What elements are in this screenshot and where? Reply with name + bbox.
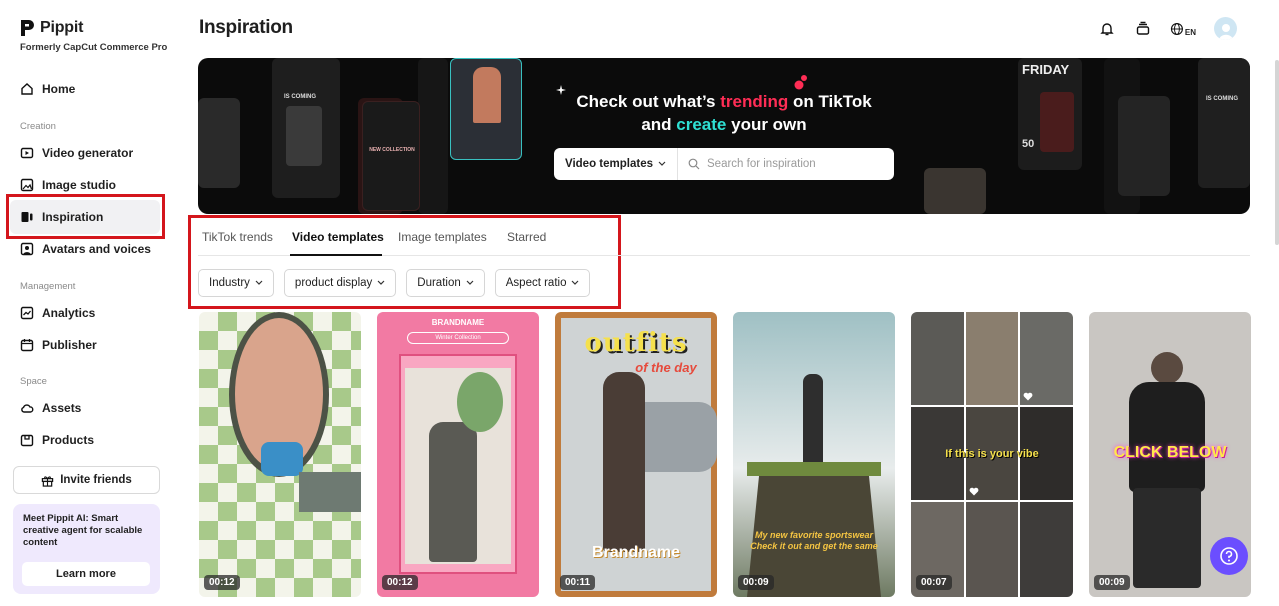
section-space: Space bbox=[20, 376, 47, 387]
products-icon bbox=[20, 434, 34, 447]
calendar-icon bbox=[20, 339, 34, 352]
brand-name: Pippit bbox=[40, 19, 84, 36]
filter-bar: Industry product display Duration Aspect… bbox=[198, 269, 591, 297]
promo-text: Meet Pippit AI: Smart creative agent for… bbox=[23, 513, 143, 548]
card-duration: 00:12 bbox=[204, 575, 240, 590]
brand-subtitle: Formerly CapCut Commerce Pro bbox=[20, 42, 168, 53]
card-duration: 00:09 bbox=[738, 575, 774, 590]
sidebar-item-publisher[interactable]: Publisher bbox=[20, 335, 97, 355]
tab-starred[interactable]: Starred bbox=[507, 230, 546, 244]
template-card-5[interactable]: If this is your vibe 00:07 bbox=[911, 312, 1073, 597]
chevron-down-icon bbox=[466, 280, 474, 285]
content-tabs: TikTok trends Video templates Image temp… bbox=[198, 220, 1250, 256]
sidebar-item-avatars-and-voices[interactable]: Avatars and voices bbox=[20, 239, 151, 259]
search-icon bbox=[688, 158, 700, 170]
sidebar-item-products[interactable]: Products bbox=[20, 430, 94, 450]
search-field bbox=[678, 148, 894, 180]
filter-product-display[interactable]: product display bbox=[283, 269, 397, 297]
heart-icon bbox=[1023, 392, 1033, 401]
template-card-2[interactable]: BRANDNAME Winter Collection 00:12 bbox=[377, 312, 539, 597]
notification-bell-icon[interactable] bbox=[1098, 20, 1116, 38]
section-creation: Creation bbox=[20, 121, 56, 132]
user-avatar[interactable] bbox=[1214, 17, 1237, 40]
banner-tile bbox=[924, 168, 986, 214]
sidebar-item-analytics[interactable]: Analytics bbox=[20, 303, 95, 323]
banner-headline: Check out what’s trending on TikTok and … bbox=[576, 92, 872, 134]
learn-more-button[interactable]: Learn more bbox=[22, 562, 150, 586]
highlight-box-inspiration bbox=[6, 194, 165, 239]
video-generator-icon bbox=[20, 147, 34, 159]
chevron-down-icon bbox=[255, 280, 263, 285]
hero-banner: IS COMING NEW COLLECTION FRIDAY 50 IS CO… bbox=[198, 58, 1250, 214]
sidebar-item-assets[interactable]: Assets bbox=[20, 398, 81, 418]
chevron-down-icon bbox=[658, 161, 666, 166]
chevron-down-icon bbox=[377, 280, 385, 285]
help-button[interactable] bbox=[1210, 537, 1248, 575]
avatar-person-icon bbox=[1218, 24, 1233, 40]
sidebar-item-video-generator[interactable]: Video generator bbox=[20, 143, 133, 163]
template-card-4[interactable]: My new favorite sportswear Check it out … bbox=[733, 312, 895, 597]
filter-aspect-ratio[interactable]: Aspect ratio bbox=[494, 269, 591, 297]
promo-card: Meet Pippit AI: Smart creative agent for… bbox=[13, 504, 160, 594]
sidebar-item-home[interactable]: Home bbox=[20, 79, 75, 99]
tab-image-templates[interactable]: Image templates bbox=[398, 230, 487, 244]
banner-search-bar: Video templates bbox=[554, 148, 894, 180]
brand[interactable]: Pippit bbox=[20, 19, 83, 37]
analytics-icon bbox=[20, 306, 34, 320]
template-card-1[interactable]: 00:12 bbox=[199, 312, 361, 597]
tab-video-templates[interactable]: Video templates bbox=[292, 230, 384, 244]
gift-icon bbox=[41, 475, 54, 487]
active-tab-underline bbox=[290, 254, 382, 256]
filter-duration[interactable]: Duration bbox=[406, 269, 485, 297]
image-studio-icon bbox=[20, 178, 34, 192]
pippit-logo-icon bbox=[21, 20, 34, 36]
banner-tile bbox=[418, 58, 448, 214]
language-selector[interactable]: EN bbox=[1170, 20, 1196, 38]
layers-icon[interactable] bbox=[1134, 20, 1152, 38]
card-duration: 00:07 bbox=[916, 575, 952, 590]
sidebar: Pippit Formerly CapCut Commerce Pro Home… bbox=[0, 0, 172, 606]
filter-industry[interactable]: Industry bbox=[198, 269, 274, 297]
template-card-3[interactable]: outfits of the day Brandname 00:11 bbox=[555, 312, 717, 597]
heart-icon bbox=[969, 487, 979, 496]
chevron-down-icon bbox=[572, 280, 579, 285]
card-duration: 00:12 bbox=[382, 575, 418, 590]
page-title: Inspiration bbox=[199, 17, 293, 38]
avatar-icon bbox=[20, 242, 34, 256]
template-type-select[interactable]: Video templates bbox=[554, 148, 678, 180]
home-icon bbox=[21, 83, 33, 95]
top-toolbar: EN bbox=[1098, 17, 1237, 40]
cloud-icon bbox=[21, 404, 34, 413]
section-management: Management bbox=[20, 281, 76, 292]
sidebar-item-image-studio[interactable]: Image studio bbox=[20, 175, 116, 195]
tab-tiktok-trends[interactable]: TikTok trends bbox=[202, 230, 273, 244]
help-question-icon bbox=[1220, 547, 1238, 565]
invite-friends-button[interactable]: Invite friends bbox=[13, 466, 160, 494]
card-duration: 00:11 bbox=[560, 575, 596, 590]
page-scrollbar[interactable] bbox=[1275, 60, 1279, 245]
card-duration: 00:09 bbox=[1094, 575, 1130, 590]
globe-icon bbox=[1170, 22, 1183, 35]
search-input[interactable] bbox=[707, 158, 887, 170]
